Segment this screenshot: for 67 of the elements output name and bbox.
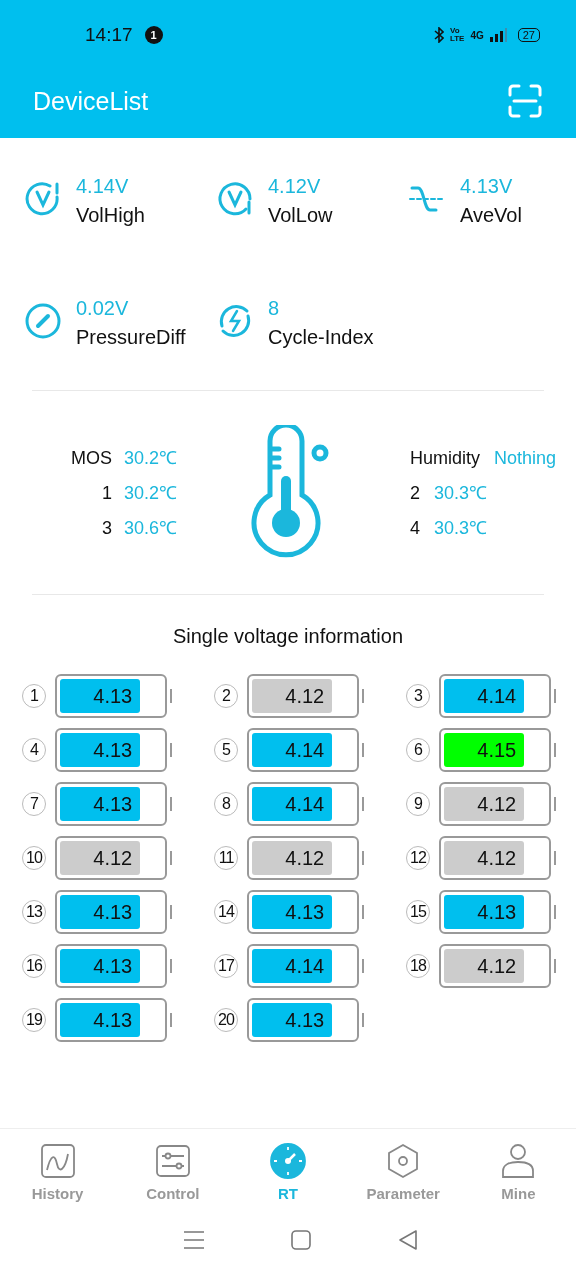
cell-voltage: 4.13 xyxy=(92,899,134,925)
nav-tab[interactable]: Parameter xyxy=(345,1143,461,1202)
chart-icon xyxy=(39,1143,76,1179)
sensor-value: 30.6℃ xyxy=(124,516,179,540)
voltage-icon xyxy=(216,180,254,218)
sensor-label: 3 xyxy=(102,516,112,540)
stat-value: 8 xyxy=(268,296,281,321)
stat-label: Cycle-Index xyxy=(268,325,375,350)
status-time: 14:17 xyxy=(85,24,133,46)
cell-voltage: 4.14 xyxy=(284,737,326,763)
sensor-value: 30.2℃ xyxy=(124,446,179,470)
stat-label: VolLow xyxy=(268,203,334,228)
cell-voltage: 4.13 xyxy=(476,899,518,925)
cell-voltage: 4.12 xyxy=(476,953,518,979)
cell-voltage: 4.13 xyxy=(92,953,134,979)
cell-voltage: 4.14 xyxy=(284,953,326,979)
bluetooth-icon xyxy=(433,27,444,43)
sensor-value: Nothing xyxy=(494,446,557,470)
section-title: Single voltage information xyxy=(171,625,405,648)
stat-value: 0.02V xyxy=(76,296,130,321)
cell-voltage: 4.12 xyxy=(476,791,518,817)
sensor-label: 4 xyxy=(410,516,420,540)
cell-voltage: 4.13 xyxy=(92,1007,134,1033)
battery-indicator: 27 xyxy=(517,28,540,42)
sensor-label: MOS xyxy=(71,446,112,470)
home-icon[interactable] xyxy=(291,1230,312,1250)
nav-tab[interactable]: History xyxy=(0,1143,116,1202)
signal-icon xyxy=(489,28,508,42)
nav-tab[interactable]: Control xyxy=(115,1143,231,1202)
cell-voltage: 4.14 xyxy=(284,791,326,817)
cell-voltage: 4.12 xyxy=(284,845,326,871)
page-title: DeviceList xyxy=(33,86,149,116)
cell-voltage: 4.12 xyxy=(284,683,326,709)
network-label: 4G xyxy=(470,29,484,41)
sensor-value: 30.3℃ xyxy=(434,516,488,540)
sensor-value: 30.2℃ xyxy=(124,481,179,505)
stat-label: PressureDiff xyxy=(76,325,187,350)
back-icon[interactable] xyxy=(397,1230,418,1250)
sensor-label: 2 xyxy=(410,481,420,505)
nav-tab[interactable]: Mine xyxy=(460,1143,576,1202)
cell-voltage: 4.13 xyxy=(284,1007,326,1033)
stat-value: 4.14V xyxy=(76,174,130,199)
cell-voltage: 4.13 xyxy=(92,791,134,817)
volte-label: Vo LTE xyxy=(449,27,465,43)
cell-voltage: 4.13 xyxy=(92,737,134,763)
notification-badge: 1 xyxy=(144,26,163,44)
cell-voltage: 4.12 xyxy=(92,845,134,871)
cell-voltage: 4.12 xyxy=(476,845,518,871)
gauge-icon xyxy=(24,302,62,340)
sensor-label: 1 xyxy=(102,481,112,505)
scan-icon[interactable] xyxy=(508,84,542,118)
stat-value: 4.12V xyxy=(268,174,322,199)
menu-icon[interactable] xyxy=(183,1230,206,1250)
stat-label: VolHigh xyxy=(76,203,146,228)
person-icon xyxy=(500,1143,537,1179)
cell-voltage: 4.15 xyxy=(476,737,518,763)
voltage-icon xyxy=(24,180,62,218)
cell-voltage: 4.13 xyxy=(92,683,134,709)
cell-voltage: 4.13 xyxy=(284,899,326,925)
nav-tab[interactable]: RT xyxy=(230,1143,346,1202)
stat-label: AveVol xyxy=(460,203,523,228)
sensor-value: 30.3℃ xyxy=(434,481,488,505)
sliders-icon xyxy=(154,1143,191,1179)
gauge-icon xyxy=(270,1143,306,1179)
stat-value: 4.13V xyxy=(460,174,514,199)
cell-voltage: 4.14 xyxy=(476,683,518,709)
sensor-label: Humidity xyxy=(410,446,480,470)
